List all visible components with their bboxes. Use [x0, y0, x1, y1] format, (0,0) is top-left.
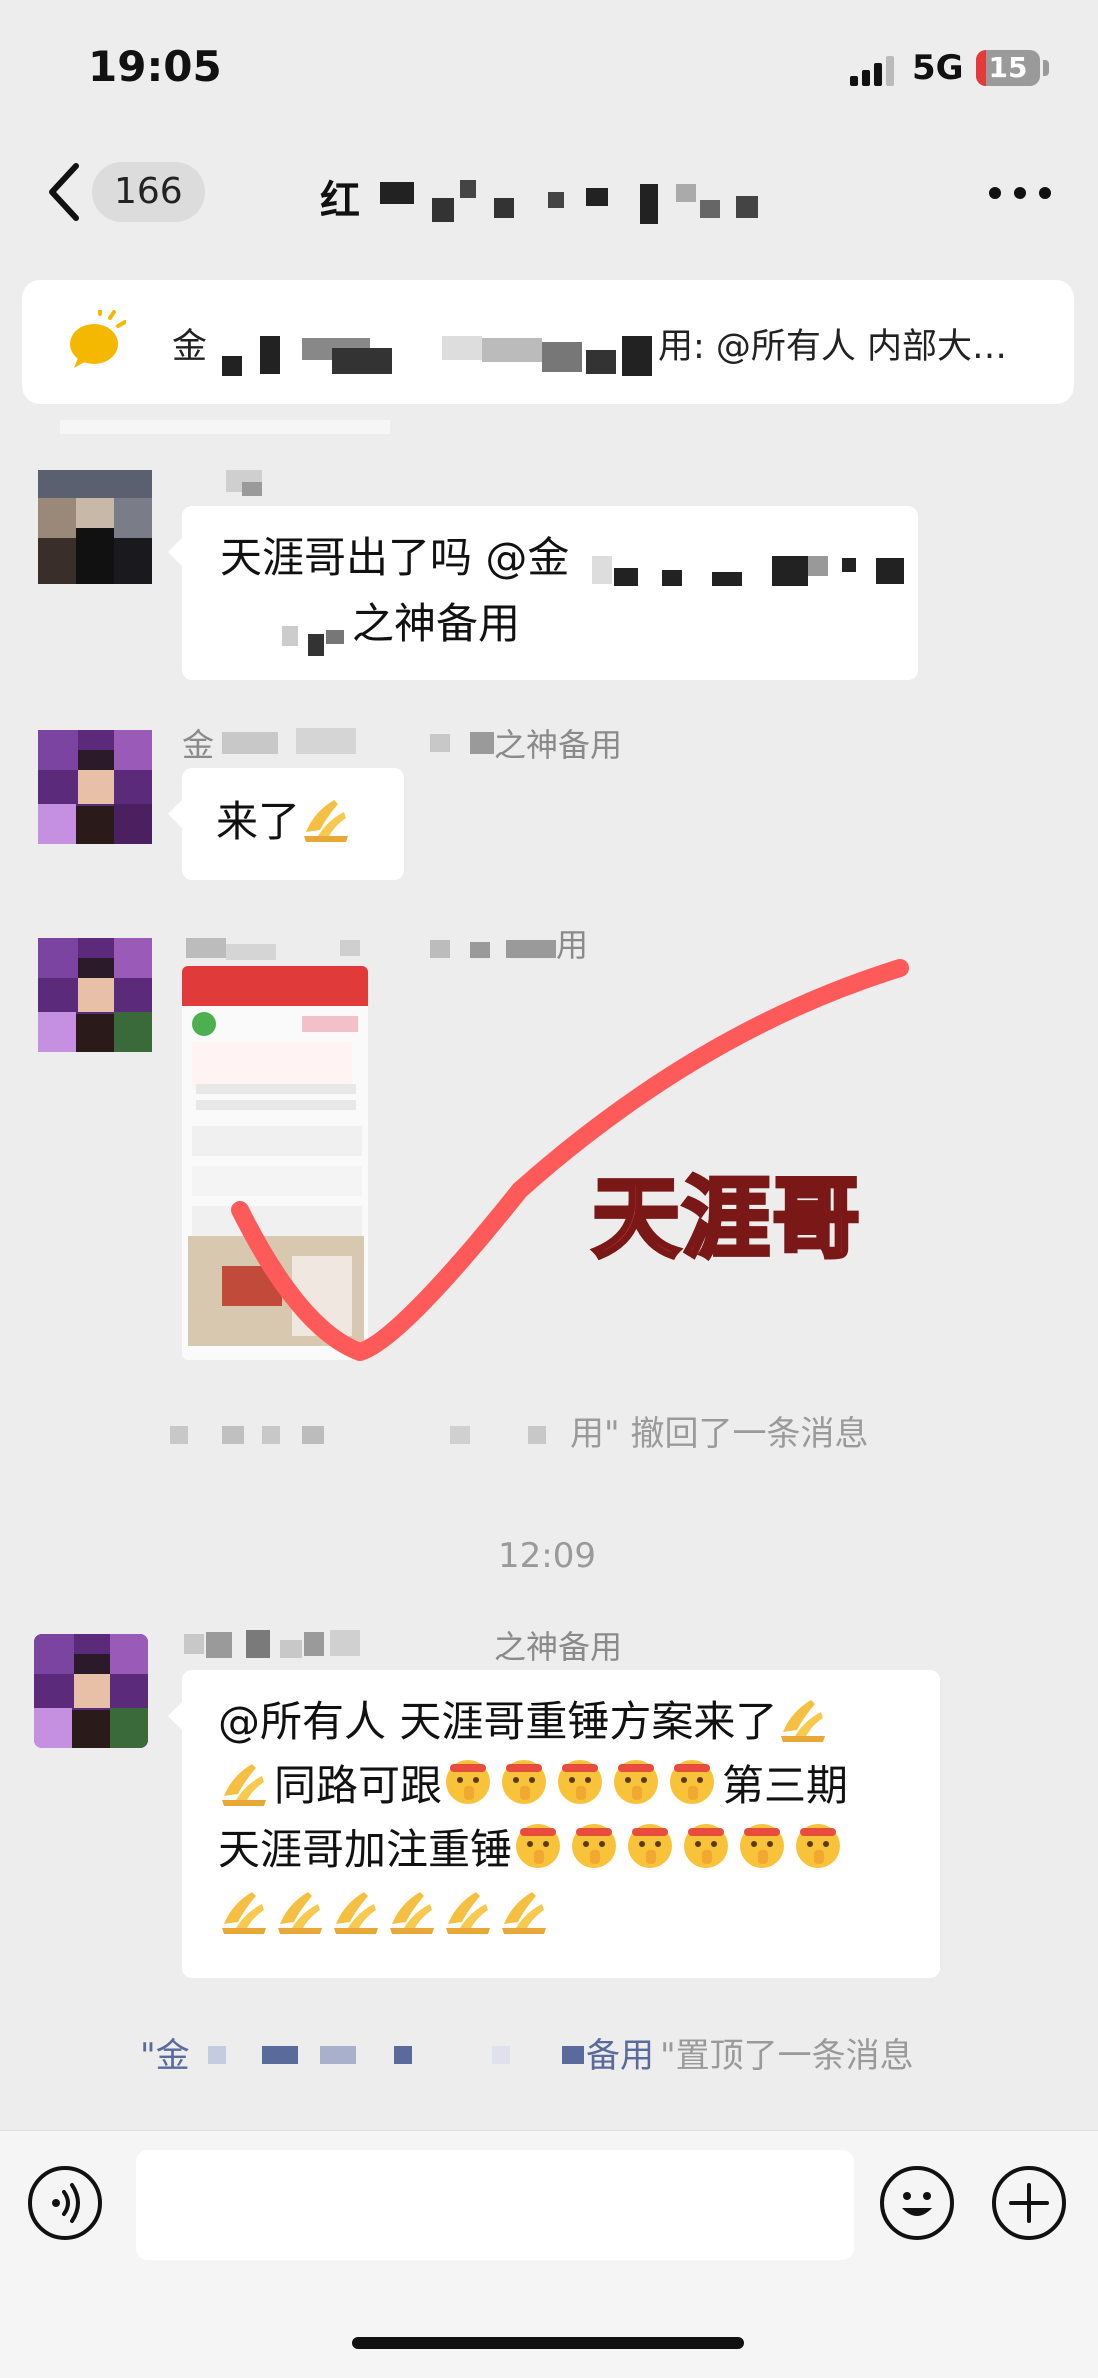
shushing-face-emoji — [670, 1760, 715, 1804]
timestamp: 12:09 — [498, 1536, 596, 1576]
plus-icon — [1009, 2183, 1049, 2223]
message-input[interactable] — [136, 2150, 854, 2260]
pinched-fingers-emoji — [502, 1892, 546, 1934]
message-text-line1: @所有人 天涯哥重锤方案来了 — [218, 1697, 778, 1746]
shushing-face-emoji — [740, 1824, 785, 1868]
message-line3: 天涯哥加注重锤 — [218, 1818, 848, 1882]
shushing-face-emoji — [558, 1760, 603, 1804]
message-text-line3: 天涯哥加注重锤 — [218, 1825, 513, 1874]
shushing-face-emoji — [502, 1760, 547, 1804]
shushing-face-emoji — [516, 1824, 561, 1868]
message-bubble[interactable]: @所有人 天涯哥重锤方案来了 同路可跟 第三期 天涯哥加注重锤 — [168, 1670, 940, 1978]
shushing-face-emoji — [572, 1824, 617, 1868]
system-pin-name[interactable]: 备用 — [586, 2028, 654, 2077]
shushing-face-emoji — [446, 1760, 491, 1804]
emoji-button[interactable] — [880, 2166, 954, 2240]
shushing-face-emoji — [628, 1824, 673, 1868]
pinched-fingers-emoji — [278, 1892, 322, 1934]
voice-icon — [52, 2183, 80, 2223]
message-text-line2: 同路可跟 — [274, 1761, 443, 1810]
pinched-fingers-emoji — [781, 1700, 826, 1742]
voice-button[interactable] — [28, 2166, 102, 2240]
plus-button[interactable] — [992, 2166, 1066, 2240]
shushing-face-emoji — [684, 1824, 729, 1868]
pinched-fingers-emoji — [222, 1892, 266, 1934]
sender-name-suffix: 之神备用 — [494, 1628, 623, 1666]
message-text-line2b: 第三期 — [722, 1761, 849, 1810]
pinched-fingers-emoji — [390, 1892, 434, 1934]
system-pin-text: "置顶了一条消息 — [660, 2036, 914, 2076]
pinched-fingers-emoji — [334, 1892, 378, 1934]
message-line2: 同路可跟 第三期 — [218, 1754, 848, 1818]
home-indicator — [352, 2337, 744, 2349]
system-pin-prefix: "金 — [140, 2036, 190, 2076]
emoji-icon — [902, 2192, 932, 2216]
shushing-face-emoji — [796, 1824, 841, 1868]
checkmark-annotation — [231, 959, 909, 1361]
shushing-face-emoji — [614, 1760, 659, 1804]
system-recall-notice: 用" 撤回了一条消息 — [570, 1414, 869, 1454]
pinched-fingers-emoji — [222, 1764, 266, 1806]
avatar[interactable] — [34, 1634, 148, 1748]
message-line4 — [218, 1882, 554, 1946]
overlay-label: 天涯哥 — [590, 1165, 863, 1272]
pinched-fingers-emoji — [446, 1892, 490, 1934]
